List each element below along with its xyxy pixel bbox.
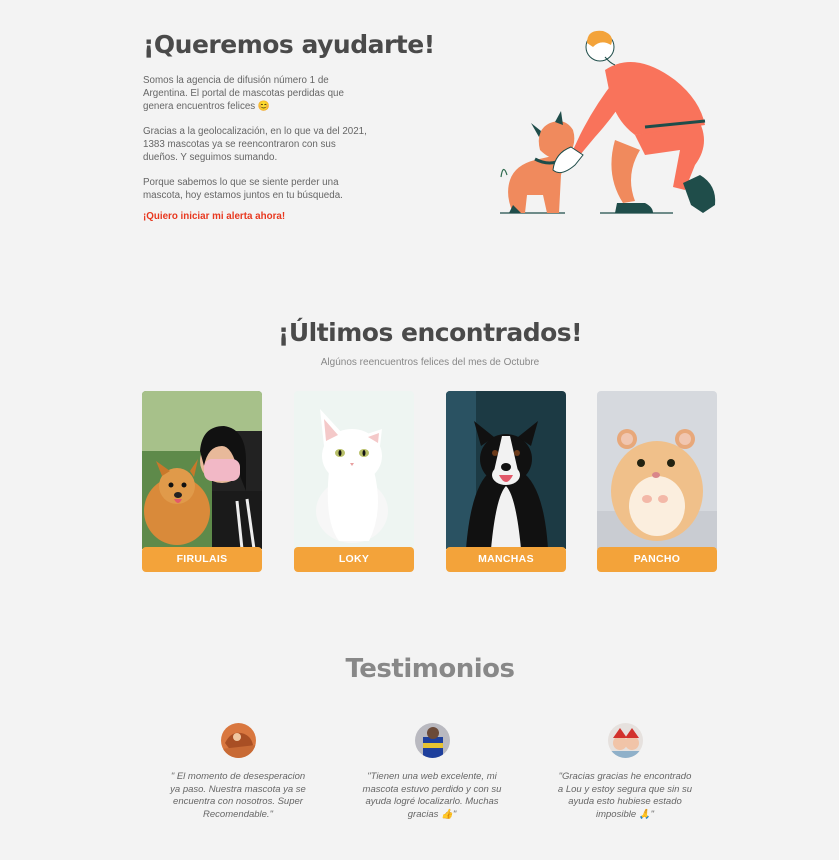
pet-photo-manchas: [446, 391, 566, 549]
hero-title: ¡Queremos ayudarte!: [143, 30, 435, 59]
pet-name-button[interactable]: PANCHO: [597, 547, 717, 572]
testimonial-card: " El momento de desesperacion ya paso. N…: [168, 723, 308, 821]
testimonial-quote: "Gracias gracias he encontrado a Lou y e…: [557, 771, 693, 820]
testimonial-card: "Gracias gracias he encontrado a Lou y e…: [555, 723, 695, 821]
pet-name-button[interactable]: FIRULAIS: [142, 547, 262, 572]
pet-photo-pancho: [597, 391, 717, 549]
latest-found-title: ¡Últimos encontrados!: [277, 318, 583, 347]
pet-card-firulais[interactable]: FIRULAIS: [142, 391, 262, 572]
testimonial-quote: " El momento de desesperacion ya paso. N…: [170, 771, 306, 820]
avatar: [607, 723, 643, 758]
pet-photo-loky: [294, 391, 414, 549]
hero-paragraph-stats: Gracias a la geolocalización, en lo que …: [143, 126, 367, 163]
avatar: [220, 723, 256, 758]
pet-card-loky[interactable]: LOKY: [294, 391, 414, 572]
avatar: [414, 723, 450, 758]
start-alert-link[interactable]: ¡Quiero iniciar mi alerta ahora!: [143, 211, 285, 222]
pet-photo-firulais: [142, 391, 262, 549]
pet-name-button[interactable]: MANCHAS: [446, 547, 566, 572]
latest-found-subtitle: Algúnos reencuentros felices del mes de …: [320, 357, 540, 368]
hero-paragraph-mission: Porque sabemos lo que se siente perder u…: [143, 177, 343, 201]
pet-name-button[interactable]: LOKY: [294, 547, 414, 572]
pet-card-manchas[interactable]: MANCHAS: [446, 391, 566, 572]
hero-paragraph-intro: Somos la agencia de difusión número 1 de…: [143, 75, 344, 112]
person-petting-dog-illustration: [495, 25, 725, 225]
testimonials-title: Testimonios: [345, 654, 515, 684]
pet-card-pancho[interactable]: PANCHO: [597, 391, 717, 572]
testimonial-quote: "Tienen una web excelente, mi mascota es…: [362, 771, 502, 820]
testimonial-card: "Tienen una web excelente, mi mascota es…: [362, 723, 502, 821]
